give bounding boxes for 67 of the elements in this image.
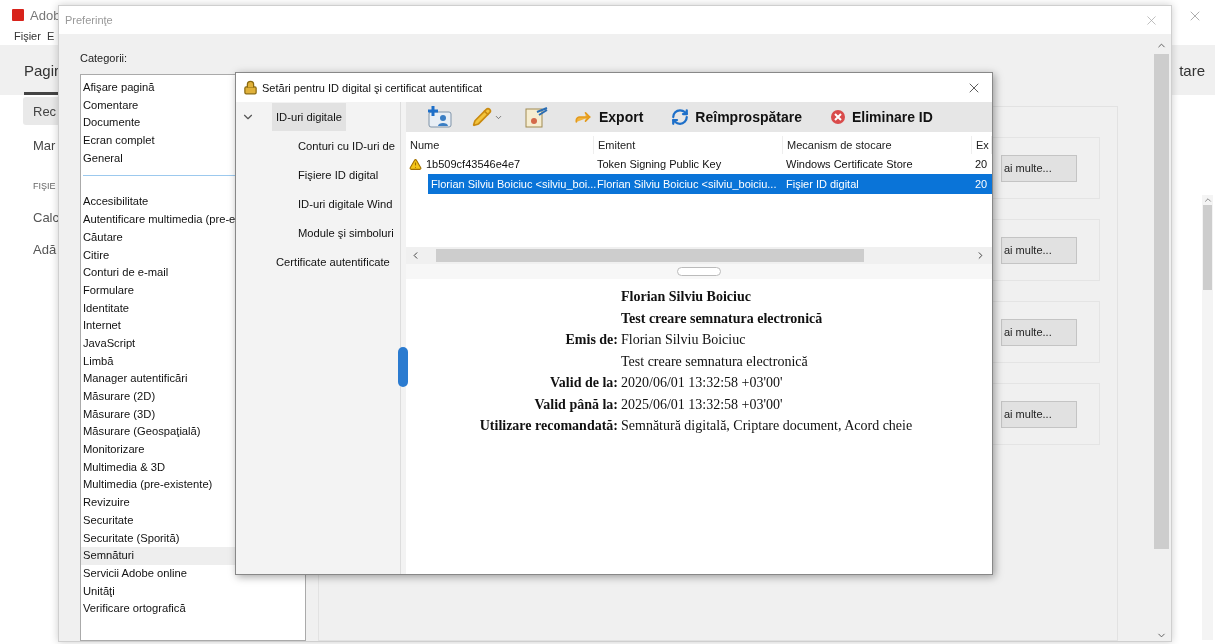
table-cell: 20 <box>975 178 988 190</box>
table-cell: Token Signing Public Key <box>597 158 722 170</box>
horizontal-scrollbar[interactable] <box>406 247 992 264</box>
more-button[interactable]: ai multe... <box>1001 236 1077 264</box>
table-cell: 20 <box>975 158 988 170</box>
certificate-icon <box>523 106 549 128</box>
menu-item[interactable]: Fişier <box>14 30 41 45</box>
menu-item[interactable]: E <box>46 30 55 45</box>
table-cell: Windows Certificate Store <box>786 158 913 170</box>
tool-item[interactable]: Adă <box>23 233 58 265</box>
window-title: Preferinţe <box>65 14 113 26</box>
toolbar-button[interactable]: Reîmprospătare <box>661 106 812 128</box>
detail-heading: Test creare semnatura electronică <box>621 309 824 328</box>
detail-value: 2025/06/01 13:32:58 +03'00' <box>621 395 784 414</box>
app-logo-icon <box>12 9 24 21</box>
toolbar-button[interactable]: Eliminare ID <box>819 107 943 127</box>
scroll-thumb[interactable] <box>436 249 864 262</box>
detail-heading: Florian Silviu Boiciuc <box>621 288 752 306</box>
detail-label: Valid de la: <box>549 374 618 392</box>
detail-label: Utilizare recomandată: <box>478 417 618 435</box>
splitter-handle[interactable] <box>398 347 408 387</box>
lock-icon <box>243 80 258 95</box>
splitter-handle[interactable] <box>677 267 721 276</box>
detail-label: Emis de: <box>564 331 618 349</box>
column-header[interactable]: Nume <box>406 135 594 154</box>
tree-item[interactable]: Conturi cu ID-uri de <box>294 131 399 160</box>
more-button[interactable]: ai multe... <box>1001 400 1077 428</box>
table-cell: Florian Silviu Boiciuc <silviu_boiciu... <box>597 178 777 190</box>
category-item[interactable]: Verificare ortografică <box>81 600 305 618</box>
scrollbar[interactable] <box>1202 195 1213 640</box>
refresh-icon <box>671 108 690 126</box>
scroll-thumb[interactable] <box>1203 205 1212 290</box>
table-row[interactable]: 1b509cf43546e4e7 Token Signing Public Key Windows Certificate Store 20 <box>406 154 992 174</box>
detail-value: Florian Silviu Boiciuc <box>621 331 747 349</box>
scroll-thumb[interactable] <box>1154 54 1169 549</box>
tree-item[interactable]: Fişiere ID digital <box>294 160 383 189</box>
scroll-up-icon[interactable] <box>1202 195 1213 205</box>
table-row[interactable]: Florian Silviu Boiciuc <silviu_boi...Florian Silviu Boiciuc <silviu_boiciu... Fişier ID digital 20 <box>428 174 992 194</box>
table-cell: Florian Silviu Boiciuc <silviu_boi... <box>431 178 597 190</box>
tree-item[interactable]: ID-uri digitale Wind <box>294 189 397 218</box>
sidebar-item[interactable]: Mar <box>23 131 58 159</box>
sidebar-item[interactable]: Rec <box>23 97 58 125</box>
categories-label: Categorii: <box>80 52 129 66</box>
tool-item[interactable]: Calc <box>23 201 58 233</box>
scroll-right-icon[interactable] <box>975 250 986 261</box>
dialog-title: Setări pentru ID digital şi certificat autentificat <box>262 81 484 94</box>
column-header[interactable]: Ex <box>972 135 992 154</box>
tree-item[interactable]: ID-uri digitale <box>272 102 346 131</box>
more-button[interactable]: ai multe... <box>1001 318 1077 346</box>
section-heading: FIŞIE <box>32 181 57 191</box>
detail-value: 2020/06/01 13:32:58 +03'00' <box>621 374 784 392</box>
category-item[interactable]: Unităţi <box>81 582 305 601</box>
add-id-icon <box>426 106 452 128</box>
more-button[interactable]: ai multe... <box>1001 154 1077 182</box>
detail-label: Valid până la: <box>533 395 618 414</box>
table-cell: Fişier ID digital <box>786 178 859 190</box>
tree-item[interactable]: Certificate autentificate <box>272 247 394 276</box>
remove-icon <box>829 109 846 125</box>
tree-item[interactable]: Module şi simboluri <box>294 218 398 247</box>
tab[interactable]: tare <box>1179 45 1205 95</box>
detail-value: Semnătură digitală, Criptare document, Acord cheie <box>621 417 914 435</box>
column-header[interactable]: Emitent <box>594 135 783 154</box>
detail-value: Test creare semnatura electronică <box>621 352 809 371</box>
toolbar-button[interactable]: Export <box>563 105 654 129</box>
table-cell: 1b509cf43546e4e7 <box>426 158 521 170</box>
column-header[interactable]: Mecanism de stocare <box>783 135 972 154</box>
warning-icon <box>409 157 422 171</box>
